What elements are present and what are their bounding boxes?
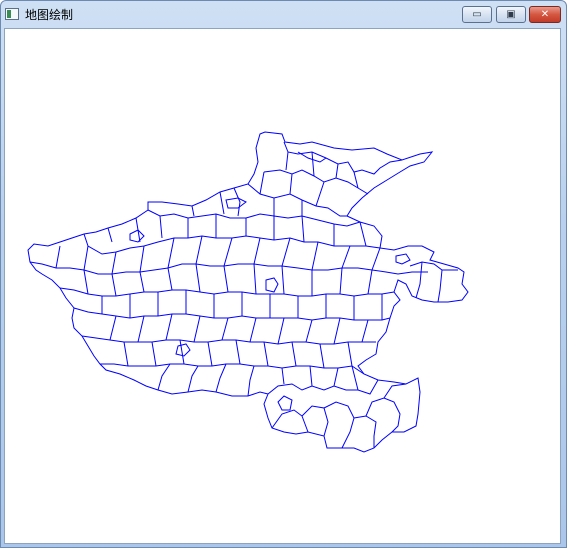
maximize-icon: ▣: [506, 9, 516, 20]
app-window-icon[interactable]: [5, 8, 19, 20]
app-window: 地图绘制 ▭ ▣ ✕: [0, 0, 567, 548]
map-canvas[interactable]: [4, 28, 561, 544]
minimize-button[interactable]: ▭: [462, 6, 492, 23]
maximize-button[interactable]: ▣: [496, 6, 526, 23]
county-borders: [29, 141, 458, 449]
title-bar[interactable]: 地图绘制 ▭ ▣ ✕: [1, 1, 566, 29]
close-button[interactable]: ✕: [529, 6, 561, 23]
map-outline: [27, 131, 469, 453]
close-icon: ✕: [540, 9, 550, 20]
window-title: 地图绘制: [25, 8, 74, 22]
minimize-icon: ▭: [472, 9, 482, 20]
henan-county-map: [27, 131, 469, 453]
